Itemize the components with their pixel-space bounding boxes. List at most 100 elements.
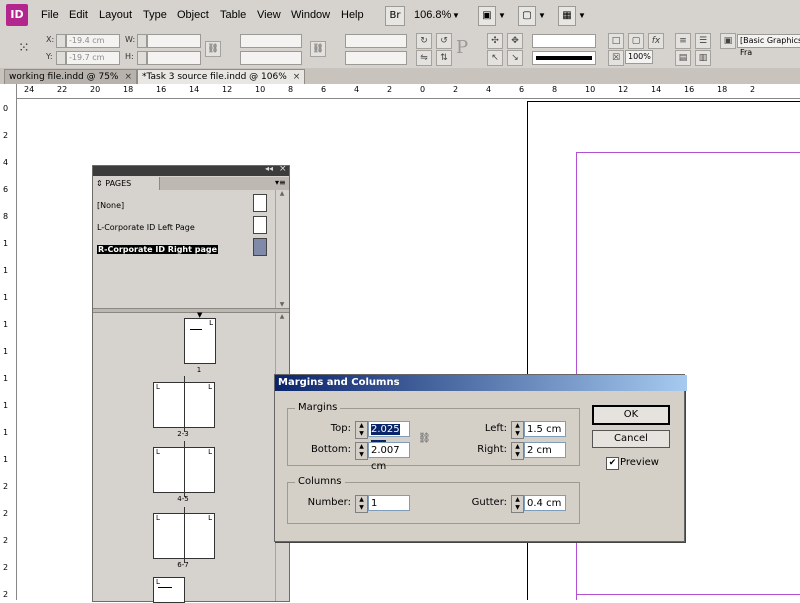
arrange-chevron-icon[interactable]: ▼ xyxy=(578,11,586,20)
y-spinner[interactable] xyxy=(56,51,66,65)
menu-file[interactable]: File xyxy=(41,9,59,21)
master-right-thumbnail[interactable] xyxy=(253,238,267,256)
panel-menu-icon[interactable]: ▾≡ xyxy=(275,178,286,187)
stroke-swatch[interactable] xyxy=(532,51,596,65)
wrap-none-icon[interactable]: ☰ xyxy=(695,33,711,49)
preview-checkbox[interactable]: ✔ xyxy=(606,457,619,470)
rotation-field[interactable] xyxy=(345,34,407,48)
zoom-level[interactable]: 106.8% xyxy=(414,9,451,21)
top-field[interactable]: 2.025 cm xyxy=(368,421,410,451)
control-bar: ⁙ X: -19.4 cm Y: -19.7 cm W: H: ⛓ ⛓ ↻ ↺ … xyxy=(0,31,800,69)
object-style-field[interactable]: [Basic Graphics Fra xyxy=(737,34,800,57)
screen-mode-icon[interactable]: ▢ xyxy=(518,6,536,26)
drop-shadow-icon[interactable]: □ xyxy=(608,33,624,49)
tab-task-3-source[interactable]: *Task 3 source file.indd @ 106% × xyxy=(137,69,306,85)
flip-vertical-icon[interactable]: ⇅ xyxy=(436,50,452,66)
master-right-page[interactable]: R-Corporate ID Right page xyxy=(97,245,219,254)
arrange-documents-icon[interactable]: ▦ xyxy=(558,6,576,26)
left-spinner[interactable]: ▲ ▼ xyxy=(511,421,524,439)
panel-title-bar[interactable]: ◂◂ × xyxy=(93,164,289,176)
horizontal-ruler[interactable]: 24 22 20 18 16 14 12 10 8 6 4 2 0 2 4 6 8 10 12 14 16 18 2 xyxy=(16,84,800,99)
y-field[interactable]: -19.7 cm xyxy=(66,51,120,65)
panel-splitter[interactable] xyxy=(93,308,289,313)
view-options-icon[interactable]: ▣ xyxy=(478,6,496,26)
menu-view[interactable]: View xyxy=(257,9,281,21)
rotate-ccw-icon[interactable]: ↺ xyxy=(436,33,452,49)
view-options-chevron-icon[interactable]: ▼ xyxy=(498,11,506,20)
constrain-scale-icon[interactable]: ⛓ xyxy=(310,41,326,57)
fx-icon[interactable]: fx xyxy=(648,33,664,49)
collapse-icon[interactable]: ◂◂ xyxy=(265,164,273,173)
cancel-button[interactable]: Cancel xyxy=(592,430,670,448)
stroke-style-icon[interactable]: ☒ xyxy=(608,50,624,66)
align-right-icon[interactable]: ▥ xyxy=(695,50,711,66)
menu-type[interactable]: Type xyxy=(143,9,167,21)
menu-table[interactable]: Table xyxy=(220,9,246,21)
zoom-dropdown-icon[interactable]: ▼ xyxy=(452,11,460,20)
menu-help[interactable]: Help xyxy=(341,9,364,21)
select-next-icon[interactable]: ↘ xyxy=(507,50,523,66)
ok-button[interactable]: OK xyxy=(592,405,670,425)
h-field[interactable] xyxy=(147,51,201,65)
w-spinner[interactable] xyxy=(137,34,147,48)
screen-mode-chevron-icon[interactable]: ▼ xyxy=(538,11,546,20)
flip-horizontal-icon[interactable]: ⇋ xyxy=(416,50,432,66)
tab-pages[interactable]: ⇕ PAGES xyxy=(93,177,160,190)
page-1-thumbnail[interactable]: L xyxy=(184,318,216,364)
pages-panel: ◂◂ × ⇕ PAGES ▾≡ [None] L-Corporate ID Le… xyxy=(92,164,290,603)
bottom-spinner[interactable]: ▲ ▼ xyxy=(355,442,368,460)
opacity-field[interactable]: 100% xyxy=(625,50,653,64)
select-previous-icon[interactable]: ↖ xyxy=(487,50,503,66)
tab-working-file[interactable]: working file.indd @ 75% × xyxy=(4,69,138,85)
x-spinner[interactable] xyxy=(56,34,66,48)
scroll-down-icon[interactable]: ▼ xyxy=(276,301,288,308)
reference-point-icon[interactable]: ⁙ xyxy=(18,39,36,57)
masters-scrollbar[interactable]: ▲ ▼ xyxy=(275,190,288,308)
master-left-thumbnail[interactable] xyxy=(253,216,267,234)
master-none[interactable]: [None] xyxy=(97,201,124,210)
select-content-icon[interactable]: ✥ xyxy=(507,33,523,49)
menu-edit[interactable]: Edit xyxy=(69,9,88,21)
scroll-up-icon[interactable]: ▲ xyxy=(276,190,288,197)
shear-field[interactable] xyxy=(345,51,407,65)
link-margins-icon[interactable]: ⛓ xyxy=(418,433,431,444)
page-8-thumbnail[interactable]: L xyxy=(153,577,185,603)
gutter-field[interactable]: 0.4 cm xyxy=(524,495,566,511)
right-field[interactable]: 2 cm xyxy=(524,442,566,458)
constrain-proportions-icon[interactable]: ⛓ xyxy=(205,41,221,57)
menu-object[interactable]: Object xyxy=(177,9,209,21)
ruler-tick-label: 6 xyxy=(321,85,327,94)
text-wrap-icon[interactable]: ≡ xyxy=(675,33,691,49)
dialog-title[interactable]: Margins and Columns xyxy=(275,375,687,391)
number-spinner[interactable]: ▲ ▼ xyxy=(355,495,368,513)
master-left-page[interactable]: L-Corporate ID Left Page xyxy=(97,223,195,232)
number-field[interactable]: 1 xyxy=(368,495,410,511)
bridge-button[interactable]: Br xyxy=(385,6,405,26)
fill-swatch[interactable] xyxy=(532,34,596,48)
close-icon[interactable]: × xyxy=(293,72,301,82)
bottom-field[interactable]: 2.007 cm xyxy=(368,442,410,472)
select-container-icon[interactable]: ✣ xyxy=(487,33,503,49)
top-spinner[interactable]: ▲ ▼ xyxy=(355,421,368,439)
rotate-cw-icon[interactable]: ↻ xyxy=(416,33,432,49)
right-spinner[interactable]: ▲ ▼ xyxy=(511,442,524,460)
object-style-icon[interactable]: ▣ xyxy=(720,33,736,49)
close-icon[interactable]: × xyxy=(279,164,287,174)
gutter-spinner[interactable]: ▲ ▼ xyxy=(511,495,524,513)
w-field[interactable] xyxy=(147,34,201,48)
close-icon[interactable]: × xyxy=(124,72,132,82)
left-field[interactable]: 1.5 cm xyxy=(524,421,566,437)
h-spinner[interactable] xyxy=(137,51,147,65)
effects-icon[interactable]: ▢ xyxy=(628,33,644,49)
x-field[interactable]: -19.4 cm xyxy=(66,34,120,48)
vertical-ruler[interactable]: 0 2 4 6 8 1 1 1 1 1 1 1 1 1 2 2 2 2 2 xyxy=(0,84,17,600)
ruler-tick-label: 10 xyxy=(585,85,596,94)
menu-layout[interactable]: Layout xyxy=(99,9,132,21)
scale-x-field[interactable] xyxy=(240,34,302,48)
master-prefix: L xyxy=(156,578,160,586)
master-none-thumbnail[interactable] xyxy=(253,194,267,212)
menu-window[interactable]: Window xyxy=(291,9,330,21)
scale-y-field[interactable] xyxy=(240,51,302,65)
scroll-up-icon[interactable]: ▲ xyxy=(276,313,288,320)
align-left-icon[interactable]: ▤ xyxy=(675,50,691,66)
